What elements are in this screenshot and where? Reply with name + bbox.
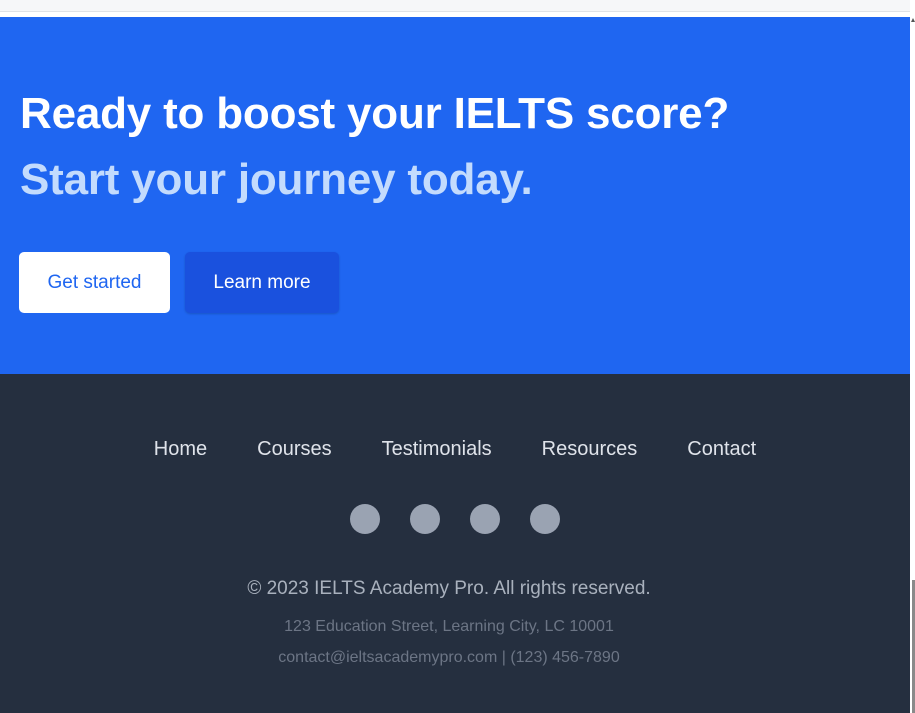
cta-hero-section: Ready to boost your IELTS score? Start y… xyxy=(0,17,910,374)
contact-info: contact@ieltsacademypro.com | (123) 456-… xyxy=(278,649,620,666)
social-icon-3[interactable] xyxy=(470,504,500,534)
footer-nav: Home Courses Testimonials Resources Cont… xyxy=(0,437,910,461)
footer-link-resources[interactable]: Resources xyxy=(542,437,638,461)
footer-link-contact[interactable]: Contact xyxy=(687,437,756,461)
hero-title: Ready to boost your IELTS score? xyxy=(20,89,730,138)
social-icon-2[interactable] xyxy=(410,504,440,534)
get-started-button[interactable]: Get started xyxy=(19,252,170,313)
scroll-up-arrow-icon[interactable] xyxy=(911,18,915,22)
social-icon-1[interactable] xyxy=(350,504,380,534)
footer-link-courses[interactable]: Courses xyxy=(257,437,331,461)
social-icon-4[interactable] xyxy=(530,504,560,534)
browser-top-bar xyxy=(0,0,910,12)
social-links xyxy=(0,504,910,534)
footer-link-home[interactable]: Home xyxy=(154,437,207,461)
site-footer: Home Courses Testimonials Resources Cont… xyxy=(0,374,910,713)
hero-subtitle: Start your journey today. xyxy=(20,155,533,204)
copyright-text: © 2023 IELTS Academy Pro. All rights res… xyxy=(247,578,651,599)
address-text: 123 Education Street, Learning City, LC … xyxy=(284,618,614,635)
footer-link-testimonials[interactable]: Testimonials xyxy=(382,437,492,461)
learn-more-button[interactable]: Learn more xyxy=(185,252,339,313)
